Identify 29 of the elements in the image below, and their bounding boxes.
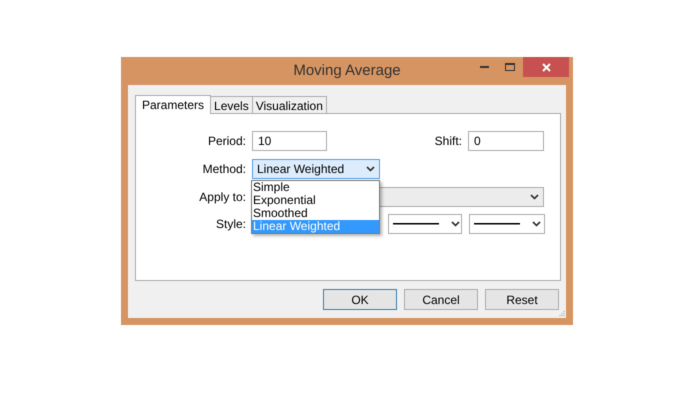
dropdown-option[interactable]: Simple <box>252 181 379 194</box>
field-label: Shift: <box>434 133 462 150</box>
close-button[interactable] <box>523 57 569 77</box>
resize-grip-icon <box>558 310 565 317</box>
field-label: Period: <box>206 133 246 150</box>
close-icon <box>542 62 550 72</box>
tab[interactable]: Parameters <box>135 95 212 114</box>
field-label: Method: <box>202 161 246 178</box>
field-label: Style: <box>214 216 246 233</box>
chevron-down-icon <box>532 221 541 227</box>
field-label: Apply to: <box>198 189 246 206</box>
chevron-down-icon <box>451 221 460 227</box>
chevron-down-icon <box>366 166 375 172</box>
line-style-select[interactable] <box>469 214 545 234</box>
method-select[interactable]: Linear Weighted <box>252 159 380 179</box>
dropdown-option[interactable]: Smoothed <box>252 207 379 220</box>
tab[interactable]: Levels <box>210 96 253 113</box>
shift-input[interactable]: 0 <box>468 131 544 151</box>
line-style-select[interactable] <box>388 214 462 234</box>
dropdown-option[interactable]: Exponential <box>252 194 379 207</box>
line-sample-icon <box>393 223 439 225</box>
line-sample-icon <box>474 223 520 225</box>
tab[interactable]: Visualization <box>252 96 327 113</box>
dialog-button[interactable]: Cancel <box>404 289 478 310</box>
period-input[interactable]: 10 <box>252 131 327 151</box>
dialog-button[interactable]: OK <box>323 289 397 310</box>
window-title: Moving Average <box>293 60 401 81</box>
dialog-button[interactable]: Reset <box>485 289 559 310</box>
chevron-down-icon <box>530 194 539 200</box>
